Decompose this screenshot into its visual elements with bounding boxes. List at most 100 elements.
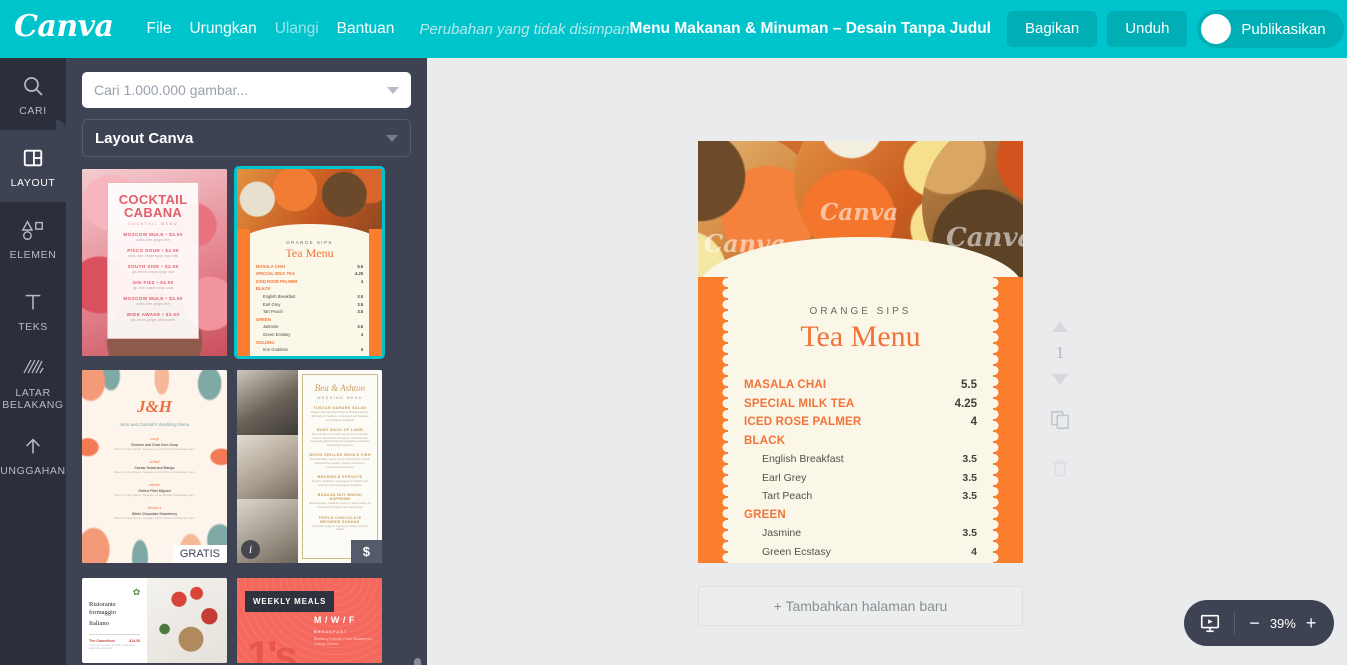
template-thumbnail-weekly-meals[interactable]: 1's WEEKLY MEALS M / W / F BREAKFAST Blu… <box>237 577 382 663</box>
menu-item-price: 4.25 <box>954 397 977 410</box>
publish-label: Publikasikan <box>1241 20 1326 38</box>
publish-button[interactable]: Publikasikan <box>1197 10 1344 48</box>
menu-item-name: ICED ROSE PALMER <box>744 416 862 428</box>
thumbnail-art: COCKTAIL CABANA COCKTAIL MENU MOSCOW MUL… <box>82 169 227 356</box>
template-thumbnail-tea-menu[interactable]: ORANGE SIPS Tea Menu MASALA CHAI 5.5 SPEC… <box>234 166 385 359</box>
sidebar-item-unggahan[interactable]: UNGGAHAN <box>0 418 66 490</box>
template-thumbnail-bea-ashton[interactable]: Bea & Ashton WEDDING MENU TUSCAN GARDEN … <box>237 370 382 564</box>
delete-page-icon[interactable] <box>1050 448 1070 488</box>
template-thumbnail-ristorante[interactable]: ✿ Ristorante formaggio Italiano The Cann… <box>82 577 227 663</box>
divider <box>1233 612 1235 634</box>
present-icon[interactable] <box>1198 612 1223 634</box>
thumbnail-art: J&H Jess and Gabriel's Wedding Menu soup… <box>82 370 227 564</box>
zoom-toolbar: − 39% + <box>1184 600 1334 646</box>
search-input[interactable] <box>94 82 387 98</box>
move-page-down-icon[interactable] <box>1051 366 1069 392</box>
design-brand[interactable]: ORANGE SIPS <box>744 306 977 317</box>
move-page-up-icon[interactable] <box>1051 314 1069 340</box>
menu-row[interactable]: ICED ROSE PALMER 4 <box>744 416 977 428</box>
menu-undo[interactable]: Urungkan <box>180 12 265 46</box>
avatar <box>1201 14 1232 44</box>
menu-row[interactable]: Earl Grey 3.5 <box>744 472 977 484</box>
menu-row[interactable]: SPECIAL MILK TEA 4.25 <box>744 398 977 410</box>
sidebar-item-layout[interactable]: LAYOUT <box>0 120 66 202</box>
thumb-item-name: GIN FIZZ • $4.00 <box>132 280 174 286</box>
menu-redo[interactable]: Ulangi <box>266 12 328 46</box>
menu-item-name: SPECIAL MILK TEA <box>744 397 855 410</box>
menu-row[interactable]: Tart Peach 3.5 <box>744 490 977 502</box>
thumb-item: BANANA NUT BREAD SUPREME <box>317 493 363 502</box>
background-icon <box>21 353 45 383</box>
thumb-item: PISCO SOUR • $2.00 pisco, lime, simple s… <box>114 248 193 258</box>
thumb-section-head: salad <box>149 459 160 465</box>
thumbnail-art: ORANGE SIPS Tea Menu MASALA CHAI 5.5 SPEC… <box>237 169 382 356</box>
chevron-down-icon[interactable] <box>387 86 399 94</box>
thumb-item-desc: Bacon, Turkey Bacon, Sausage, Limis Chic… <box>114 470 195 475</box>
category-label: Layout Canva <box>95 129 194 147</box>
thumb-item: The Cannelloni <box>89 638 115 643</box>
menu-item-name: MASALA CHAI <box>744 379 827 391</box>
duplicate-page-icon[interactable] <box>1049 400 1071 440</box>
sidebar-item-label: CARI <box>19 105 47 117</box>
thumb-item: MOSCOW MULE • $3.00 vodka, lime, ginger … <box>114 232 193 242</box>
thumb-row: SPECIAL MILK TEA 4.25 <box>255 271 364 277</box>
thumb-section-head: dessert <box>147 505 161 511</box>
zoom-in-button[interactable]: + <box>1302 613 1320 633</box>
sidebar-item-label: LATAR BELAKANG <box>2 387 64 411</box>
thumb-item-name: WIDE AWAKE • $3.00 <box>126 312 180 318</box>
thumb-title: Ristorante formaggio <box>89 600 117 616</box>
zoom-out-button[interactable]: − <box>1246 613 1264 633</box>
thumb-section-head: soup <box>150 436 159 442</box>
thumb-meal: BREAKFAST <box>313 628 348 634</box>
thumb-row: GREEN <box>255 316 271 322</box>
add-page-button[interactable]: + Tambahkan halaman baru <box>698 586 1023 626</box>
menu-row[interactable]: Jasmine 3.5 <box>744 527 977 539</box>
menu-row[interactable]: GREEN <box>744 509 977 521</box>
chevron-down-icon[interactable] <box>386 134 398 142</box>
thumbnail-body: J&H Jess and Gabriel's Wedding Menu soup… <box>102 397 206 536</box>
menu-item-name: Tart Peach <box>762 490 813 502</box>
design-canvas[interactable]: Canva Canva Canva ORANGE SIPS Tea Menu M… <box>427 58 1347 665</box>
thumb-item-desc: So fancy all tasting, unsurpassed in sub… <box>312 480 368 487</box>
thumb-item-desc: Lorem ipsum dolor sit amet, consectetur … <box>89 643 136 651</box>
menu-item-price: 3.5 <box>962 490 977 502</box>
canva-logo[interactable]: Canva <box>14 12 114 46</box>
thumb-item-desc: Blueberry Granola, Fresh Strawberries, C… <box>313 637 373 647</box>
left-rail: CARI LAYOUT ELEMEN TEKS LATAR BELAKANG U… <box>0 58 66 665</box>
sidebar-item-elemen[interactable]: ELEMEN <box>0 202 66 274</box>
download-button[interactable]: Unduh <box>1107 11 1188 47</box>
thumb-item-desc: gin, lemon, ginger, whey sorbet <box>130 318 176 323</box>
leaf-icon: ✿ <box>132 586 141 597</box>
thumb-big-text: 1's <box>247 631 298 663</box>
menu-row[interactable]: MASALA CHAI 5.5 <box>744 379 977 391</box>
thumbnail-art: ✿ Ristorante formaggio Italiano The Cann… <box>82 577 227 663</box>
thumb-item-desc: Bacon, Turkey Bacon, Sausage, Limis Chic… <box>114 493 195 498</box>
menu-row[interactable]: Green Ecstasy 4 <box>744 546 977 558</box>
thumbnail-left-band <box>237 228 251 356</box>
thumb-row: Jasmine 3.5 <box>262 324 364 330</box>
menu-help[interactable]: Bantuan <box>328 12 404 46</box>
thumb-item-desc: Chocolate fudge on a piping hot freshly … <box>312 524 368 532</box>
design-title[interactable]: Tea Menu <box>744 319 977 355</box>
search-box[interactable] <box>82 72 411 108</box>
category-dropdown[interactable]: Layout Canva <box>82 119 411 157</box>
share-button[interactable]: Bagikan <box>1006 11 1098 47</box>
template-thumbnail-jh-wedding[interactable]: J&H Jess and Gabriel's Wedding Menu soup… <box>82 370 227 564</box>
page-tools: 1 <box>1043 314 1077 488</box>
thumb-item-desc: Roasted butter, capers, lemon, finish by… <box>310 458 370 469</box>
template-thumbnail-cocktail-cabana[interactable]: COCKTAIL CABANA COCKTAIL MENU MOSCOW MUL… <box>82 169 227 356</box>
menu-row[interactable]: BLACK <box>744 435 977 447</box>
menu-file[interactable]: File <box>138 12 181 46</box>
menu-row[interactable]: English Breakfast 3.5 <box>744 453 977 465</box>
thumb-item-desc: Bacon, Turkey Bacon, Sausage, Limis Chic… <box>114 516 195 521</box>
sidebar-item-latar-belakang[interactable]: LATAR BELAKANG <box>0 346 66 418</box>
sidebar-item-label: ELEMEN <box>9 249 57 261</box>
design-page[interactable]: Canva Canva Canva ORANGE SIPS Tea Menu M… <box>698 141 1023 563</box>
thumbnail-body: ORANGE SIPS Tea Menu MASALA CHAI 5.5 SPEC… <box>256 240 363 356</box>
thumb-item-desc: Mixed bananas, vanilla ice cream on warm… <box>308 502 371 510</box>
app-header: Canva File Urungkan Ulangi Bantuan Perub… <box>0 0 1347 58</box>
panel-scrollbar[interactable] <box>414 658 421 665</box>
document-title[interactable]: Menu Makanan & Minuman – Desain Tanpa Ju… <box>630 20 991 38</box>
search-icon <box>21 71 45 101</box>
sidebar-item-teks[interactable]: TEKS <box>0 274 66 346</box>
